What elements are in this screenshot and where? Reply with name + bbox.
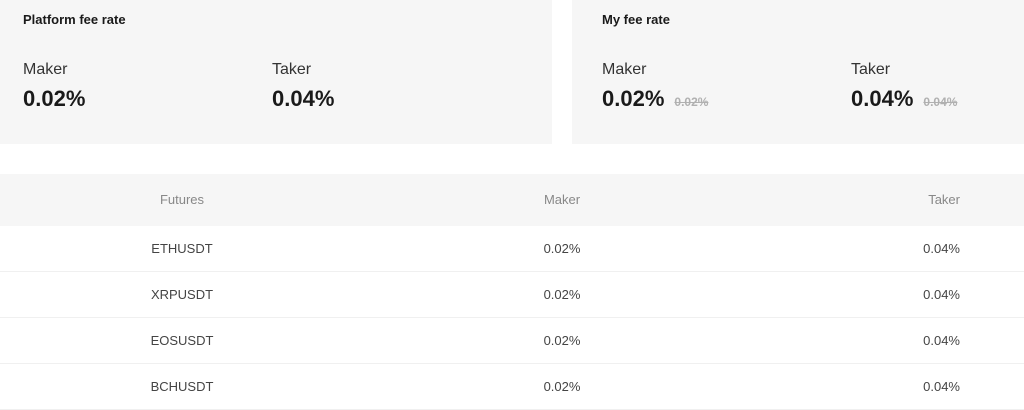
symbol-cell: XRPUSDT [150,287,214,302]
taker-value: 0.04% [851,86,914,111]
platform-taker: Taker 0.04% [272,60,334,112]
table-row: EOSUSDT 0.02% 0.04% [0,318,1024,364]
my-fee-title: My fee rate [602,12,670,27]
maker-value: 0.02% [23,86,86,111]
my-taker: Taker 0.04% 0.04% [851,60,957,112]
maker-old-value: 0.02% [674,95,709,109]
platform-fee-title: Platform fee rate [23,12,126,27]
symbol-cell: EOSUSDT [150,333,214,348]
maker-cell: 0.02% [543,333,581,348]
taker-cell: 0.04% [923,241,960,256]
maker-cell: 0.02% [543,241,581,256]
my-fee-card: My fee rate Maker 0.02% 0.02% Taker 0.04… [572,0,1024,144]
header-futures: Futures [159,192,205,207]
table-row: ETHUSDT 0.02% 0.04% [0,226,1024,272]
taker-cell: 0.04% [923,287,960,302]
platform-fee-card: Platform fee rate Maker 0.02% Taker 0.04… [0,0,552,144]
maker-cell: 0.02% [543,287,581,302]
taker-cell: 0.04% [923,333,960,348]
my-maker: Maker 0.02% 0.02% [602,60,708,112]
fee-table: Futures Maker Taker ETHUSDT 0.02% 0.04% … [0,174,1024,410]
table-header: Futures Maker Taker [0,174,1024,226]
maker-label: Maker [23,61,68,78]
taker-value: 0.04% [272,86,335,111]
maker-value: 0.02% [602,86,665,111]
taker-cell: 0.04% [923,379,960,394]
symbol-cell: BCHUSDT [150,379,214,394]
taker-label: Taker [851,61,891,78]
maker-cell: 0.02% [543,379,581,394]
maker-label: Maker [602,61,647,78]
table-row: XRPUSDT 0.02% 0.04% [0,272,1024,318]
taker-label: Taker [272,61,312,78]
header-maker: Maker [543,192,581,207]
header-taker: Taker [928,192,960,207]
table-row: BCHUSDT 0.02% 0.04% [0,364,1024,410]
taker-old-value: 0.04% [923,95,958,109]
platform-maker: Maker 0.02% [23,60,85,112]
symbol-cell: ETHUSDT [151,241,213,256]
